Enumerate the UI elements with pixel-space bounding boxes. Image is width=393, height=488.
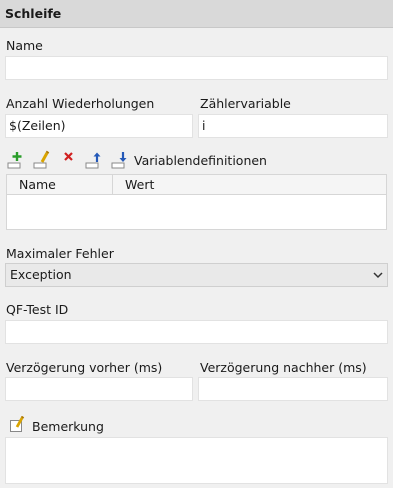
edit-icon[interactable] <box>32 150 54 170</box>
delay-after-field[interactable] <box>198 377 388 401</box>
name-field[interactable] <box>5 56 388 80</box>
max-error-selected: Exception <box>10 267 72 282</box>
panel-title: Schleife <box>0 0 393 28</box>
variables-table[interactable]: Name Wert <box>6 174 387 230</box>
variables-label: Variablendefinitionen <box>134 152 267 168</box>
delay-after-label: Verzögerung nachher (ms) <box>200 360 367 375</box>
name-label: Name <box>6 38 43 53</box>
repetitions-label: Anzahl Wiederholungen <box>6 96 155 111</box>
qftest-id-label: QF-Test ID <box>6 302 69 317</box>
comment-label: Bemerkung <box>32 419 104 434</box>
column-header-name[interactable]: Name <box>7 175 113 194</box>
counter-variable-label: Zählervariable <box>200 96 291 111</box>
delay-before-field[interactable] <box>5 377 193 401</box>
delete-icon[interactable] <box>58 150 80 170</box>
add-icon[interactable] <box>6 150 28 170</box>
max-error-select[interactable]: Exception <box>5 263 388 287</box>
variables-toolbar: Variablendefinitionen <box>6 150 267 170</box>
column-header-value[interactable]: Wert <box>113 175 154 194</box>
repetitions-field[interactable]: $(Zeilen) <box>5 114 193 138</box>
chevron-down-icon <box>373 272 383 279</box>
counter-variable-field[interactable]: i <box>198 114 388 138</box>
move-up-icon[interactable] <box>84 150 106 170</box>
qftest-id-field[interactable] <box>5 320 388 344</box>
move-down-icon[interactable] <box>110 150 132 170</box>
comment-edit-icon[interactable] <box>9 415 27 434</box>
max-error-label: Maximaler Fehler <box>6 246 114 261</box>
delay-before-label: Verzögerung vorher (ms) <box>6 360 163 375</box>
table-header: Name Wert <box>7 175 386 195</box>
comment-field[interactable] <box>5 437 388 484</box>
